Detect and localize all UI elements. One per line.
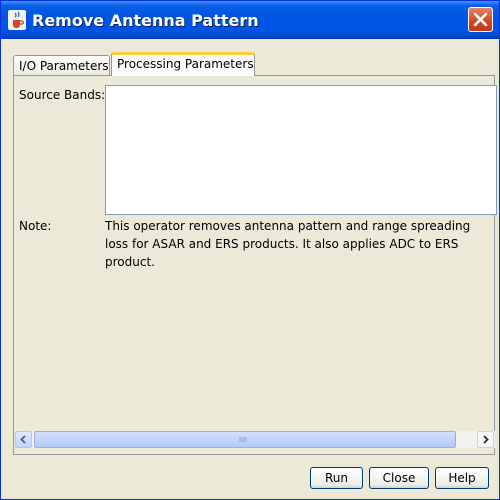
java-coffee-cup-icon — [8, 10, 26, 30]
window-title: Remove Antenna Pattern — [32, 11, 259, 30]
chevron-right-icon — [483, 435, 489, 444]
scroll-right-button[interactable] — [477, 431, 494, 448]
note-text: This operator removes antenna pattern an… — [105, 219, 471, 269]
close-icon — [473, 12, 488, 27]
close-button[interactable]: Close — [369, 467, 429, 489]
source-bands-label: Source Bands: — [19, 88, 106, 102]
dialog-window: Remove Antenna Pattern I/O Parameters Pr… — [0, 0, 500, 500]
grip-icon — [239, 437, 247, 442]
help-button[interactable]: Help — [435, 467, 489, 489]
tab-label: I/O Parameters — [19, 59, 109, 73]
horizontal-scrollbar[interactable] — [15, 431, 495, 448]
chevron-left-icon — [20, 435, 26, 444]
tab-io-parameters[interactable]: I/O Parameters — [13, 55, 110, 75]
note-label: Note: — [19, 219, 52, 233]
window-close-button[interactable] — [468, 7, 493, 32]
run-button[interactable]: Run — [310, 467, 363, 489]
title-bar[interactable]: Remove Antenna Pattern — [1, 1, 499, 39]
scroll-left-button[interactable] — [15, 431, 32, 448]
tab-processing-parameters[interactable]: Processing Parameters — [111, 52, 255, 76]
tab-label: Processing Parameters — [117, 57, 254, 71]
processing-parameters-panel: Source Bands: Note: This operator remove… — [13, 75, 497, 455]
scrollbar-thumb[interactable] — [34, 431, 456, 448]
source-bands-list[interactable] — [105, 85, 497, 215]
dialog-content: I/O Parameters Processing Parameters Sou… — [4, 39, 497, 498]
